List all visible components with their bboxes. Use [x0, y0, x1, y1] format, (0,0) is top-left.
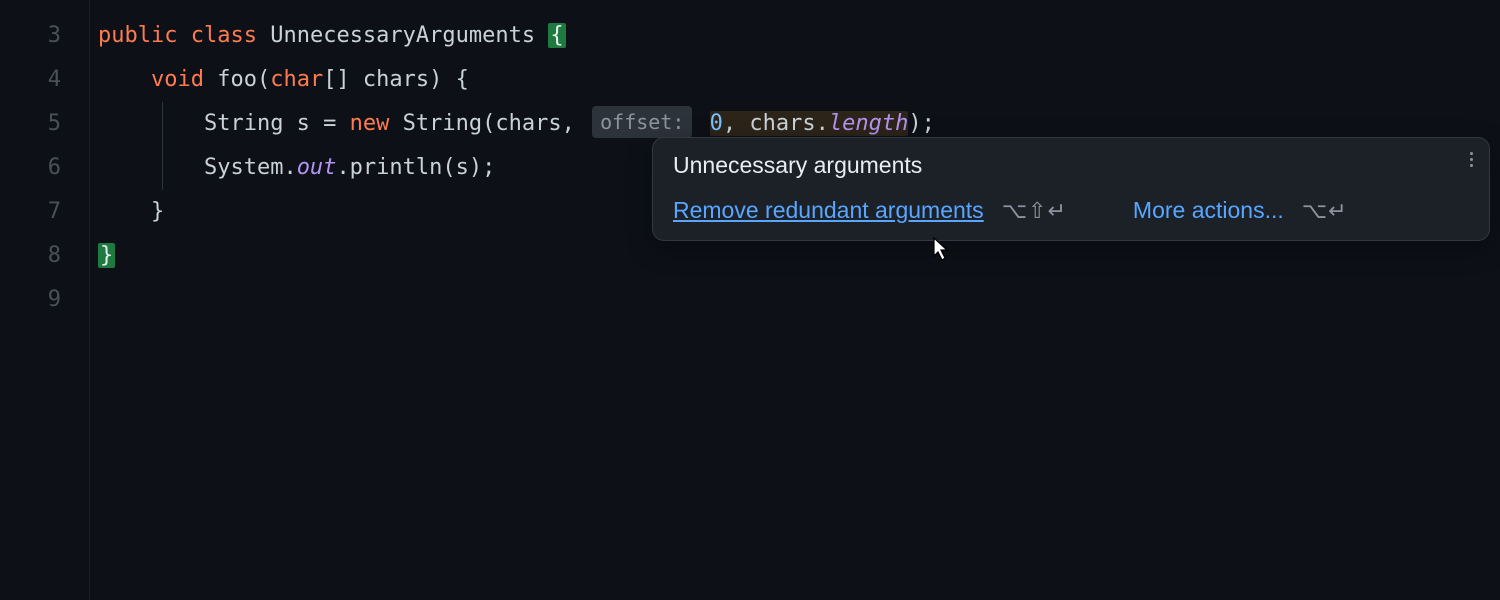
code-text: chars. — [736, 111, 829, 136]
keyword-class: class — [191, 23, 257, 48]
quick-fix-link[interactable]: Remove redundant arguments — [673, 197, 984, 224]
keyword-void: void — [151, 67, 204, 92]
code-text: ); — [908, 111, 935, 136]
code-line-4[interactable]: void foo(char[] chars) { — [98, 58, 1500, 102]
parameter-hint: offset: — [592, 106, 692, 138]
number-literal: 0 — [710, 111, 723, 136]
field-out: out — [297, 155, 337, 180]
code-text: String(chars, — [389, 111, 574, 136]
param-decl: [] chars) { — [323, 67, 469, 92]
line-number-gutter: 3 4 5 6 7 8 9 — [0, 0, 90, 600]
tooltip-title: Unnecessary arguments — [673, 152, 1469, 179]
more-actions-shortcut: ⌥↵ — [1302, 198, 1348, 224]
class-name: UnnecessaryArguments — [270, 23, 535, 48]
brace-close: } — [151, 199, 164, 224]
code-line-9[interactable] — [98, 278, 1500, 322]
line-number: 3 — [0, 14, 61, 58]
inspection-tooltip: Unnecessary arguments Remove redundant a… — [652, 137, 1490, 241]
indent-guide — [162, 102, 163, 146]
code-text: .println(s); — [336, 155, 495, 180]
tooltip-actions: Remove redundant arguments ⌥⇧↵ More acti… — [673, 197, 1469, 224]
more-actions-link[interactable]: More actions... — [1133, 197, 1284, 224]
code-line-3[interactable]: public class UnnecessaryArguments { — [98, 14, 1500, 58]
more-options-icon[interactable] — [1470, 152, 1473, 167]
quick-fix-shortcut: ⌥⇧↵ — [1002, 198, 1067, 224]
line-number: 7 — [0, 190, 61, 234]
line-number: 9 — [0, 278, 61, 322]
line-number: 5 — [0, 102, 61, 146]
keyword-char: char — [270, 67, 323, 92]
comma: , — [723, 111, 736, 136]
keyword-public: public — [98, 23, 177, 48]
line-number: 6 — [0, 146, 61, 190]
code-editor: 3 4 5 6 7 8 9 public class UnnecessaryAr… — [0, 0, 1500, 600]
brace-close-highlight: } — [98, 243, 115, 268]
indent-guide — [162, 146, 163, 190]
code-area[interactable]: public class UnnecessaryArguments { void… — [90, 0, 1500, 600]
code-text: System. — [204, 155, 297, 180]
code-text: String s = — [204, 111, 350, 136]
method-name: foo( — [217, 67, 270, 92]
field-length: length — [829, 111, 908, 136]
keyword-new: new — [350, 111, 390, 136]
line-number: 8 — [0, 234, 61, 278]
brace-open-highlight: { — [548, 23, 565, 48]
line-number: 4 — [0, 58, 61, 102]
